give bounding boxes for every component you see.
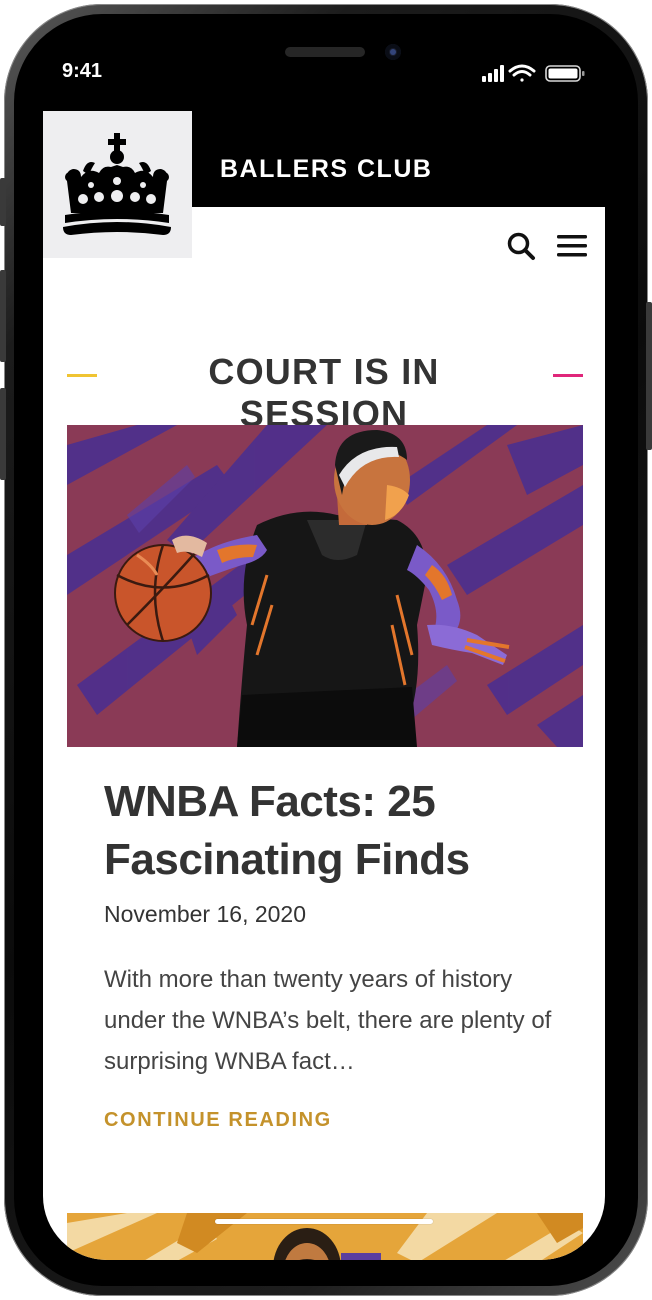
power-button xyxy=(646,302,652,450)
post-featured-image[interactable] xyxy=(67,425,583,747)
status-time: 9:41 xyxy=(61,60,103,82)
cellular-signal-icon xyxy=(482,65,504,82)
hamburger-menu-icon xyxy=(557,235,587,257)
wifi-icon xyxy=(508,64,536,82)
post-date: November 16, 2020 xyxy=(104,901,307,927)
section-heading: COURT IS IN SESSION xyxy=(208,351,440,434)
screen: BALLERS CLUB COURT IS IN SESSION WNBA Fa… xyxy=(43,24,605,1260)
basketball-player-illustration xyxy=(67,425,583,747)
menu-button[interactable] xyxy=(555,231,589,261)
battery-icon xyxy=(545,65,585,82)
search-button[interactable] xyxy=(506,231,536,261)
search-icon xyxy=(507,232,535,260)
post-excerpt: With more than twenty years of history u… xyxy=(104,966,552,1075)
crown-icon xyxy=(63,133,171,235)
heading-dash-right xyxy=(553,374,583,377)
speaker-grille xyxy=(285,47,365,57)
volume-down-button xyxy=(0,388,6,480)
front-camera xyxy=(385,44,401,60)
heading-dash-left xyxy=(67,374,97,377)
continue-reading-link[interactable]: CONTINUE READING xyxy=(104,1109,332,1132)
home-indicator[interactable] xyxy=(215,1219,433,1224)
site-logo[interactable] xyxy=(43,111,192,258)
site-title[interactable]: BALLERS CLUB xyxy=(220,155,432,184)
post-title[interactable]: WNBA Facts: 25 Fascinating Finds xyxy=(104,773,534,889)
volume-up-button xyxy=(0,270,6,362)
web-page: BALLERS CLUB COURT IS IN SESSION WNBA Fa… xyxy=(43,111,605,1260)
mute-switch xyxy=(0,178,6,226)
status-icons xyxy=(482,64,592,84)
